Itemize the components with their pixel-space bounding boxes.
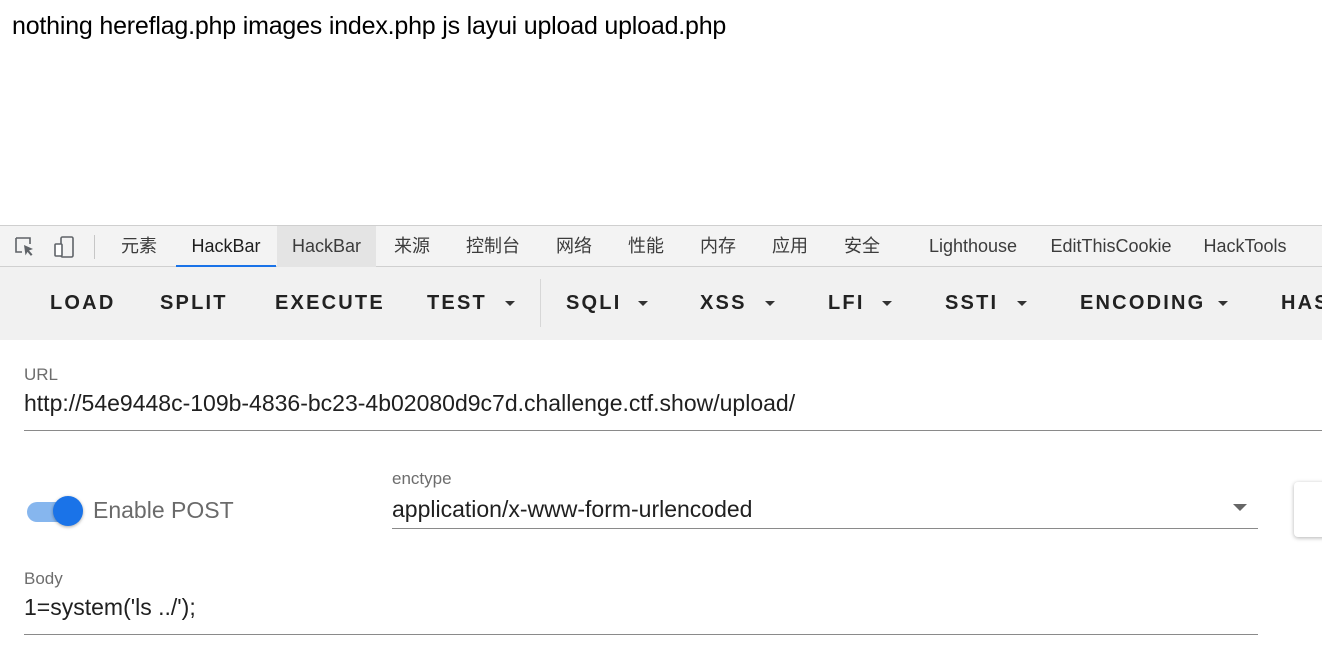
page-output-text: nothing hereflag.php images index.php js… — [12, 12, 727, 40]
enctype-dropdown-icon[interactable] — [1233, 504, 1247, 511]
tab-hackbar[interactable]: HackBar — [277, 226, 376, 267]
encoding-caret-icon — [1218, 301, 1228, 306]
enable-post-toggle-knob[interactable] — [53, 496, 83, 526]
xss-caret-icon — [765, 301, 775, 306]
lfi-menu-button[interactable]: LFI — [828, 267, 865, 340]
toolbar-divider — [540, 279, 541, 327]
ssti-caret-icon — [1017, 301, 1027, 306]
url-input[interactable]: http://54e9448c-109b-4836-bc23-4b02080d9… — [24, 390, 795, 417]
test-caret-icon — [505, 301, 515, 306]
enctype-underline — [392, 528, 1258, 529]
encoding-menu-button[interactable]: ENCODING — [1080, 267, 1205, 340]
lfi-caret-icon — [882, 301, 892, 306]
xss-menu-button[interactable]: XSS — [700, 267, 747, 340]
ssti-menu-button[interactable]: SSTI — [945, 267, 998, 340]
tab-network[interactable]: 网络 — [542, 226, 606, 267]
url-label: URL — [24, 365, 59, 384]
tab-security[interactable]: 安全 — [830, 226, 894, 267]
sqli-menu-button[interactable]: SQLI — [566, 267, 621, 340]
tab-application[interactable]: 应用 — [758, 226, 822, 267]
test-menu-button[interactable]: TEST — [427, 267, 487, 340]
execute-button[interactable]: EXECUTE — [275, 267, 385, 340]
hashing-menu-button[interactable]: HAS — [1281, 267, 1322, 340]
tab-lighthouse[interactable]: Lighthouse — [918, 226, 1028, 267]
tab-sources[interactable]: 来源 — [380, 226, 444, 267]
tab-console[interactable]: 控制台 — [454, 226, 532, 267]
tab-bar-separator — [94, 235, 95, 259]
enctype-select[interactable]: application/x-www-form-urlencoded — [392, 496, 752, 523]
body-textarea[interactable]: 1=system('ls ../'); — [24, 594, 196, 621]
load-button[interactable]: LOAD — [50, 267, 115, 340]
tab-memory[interactable]: 内存 — [686, 226, 750, 267]
side-action-button[interactable] — [1294, 482, 1322, 537]
devtools-tab-bar: 元素 HackBar HackBar 来源 控制台 网络 性能 内存 应用 安全… — [0, 225, 1322, 267]
sqli-caret-icon — [638, 301, 648, 306]
enctype-label: enctype — [392, 469, 452, 488]
split-button[interactable]: SPLIT — [160, 267, 228, 340]
device-toolbar-icon[interactable] — [53, 235, 77, 259]
tab-editthiscookie[interactable]: EditThisCookie — [1042, 226, 1180, 267]
tab-hacktools[interactable]: HackTools — [1194, 226, 1296, 267]
body-label: Body — [24, 569, 63, 588]
tab-elements[interactable]: 元素 — [108, 226, 170, 267]
url-underline — [24, 430, 1322, 431]
body-underline — [24, 634, 1258, 635]
enable-post-label[interactable]: Enable POST — [93, 497, 234, 524]
hackbar-toolbar: LOAD SPLIT EXECUTE TEST SQLI XSS LFI SST… — [0, 267, 1322, 340]
tab-hackbar-active[interactable]: HackBar — [176, 226, 276, 267]
devtools-panel: 元素 HackBar HackBar 来源 控制台 网络 性能 内存 应用 安全… — [0, 225, 1322, 658]
tab-performance[interactable]: 性能 — [614, 226, 678, 267]
inspect-element-icon[interactable] — [13, 235, 37, 259]
